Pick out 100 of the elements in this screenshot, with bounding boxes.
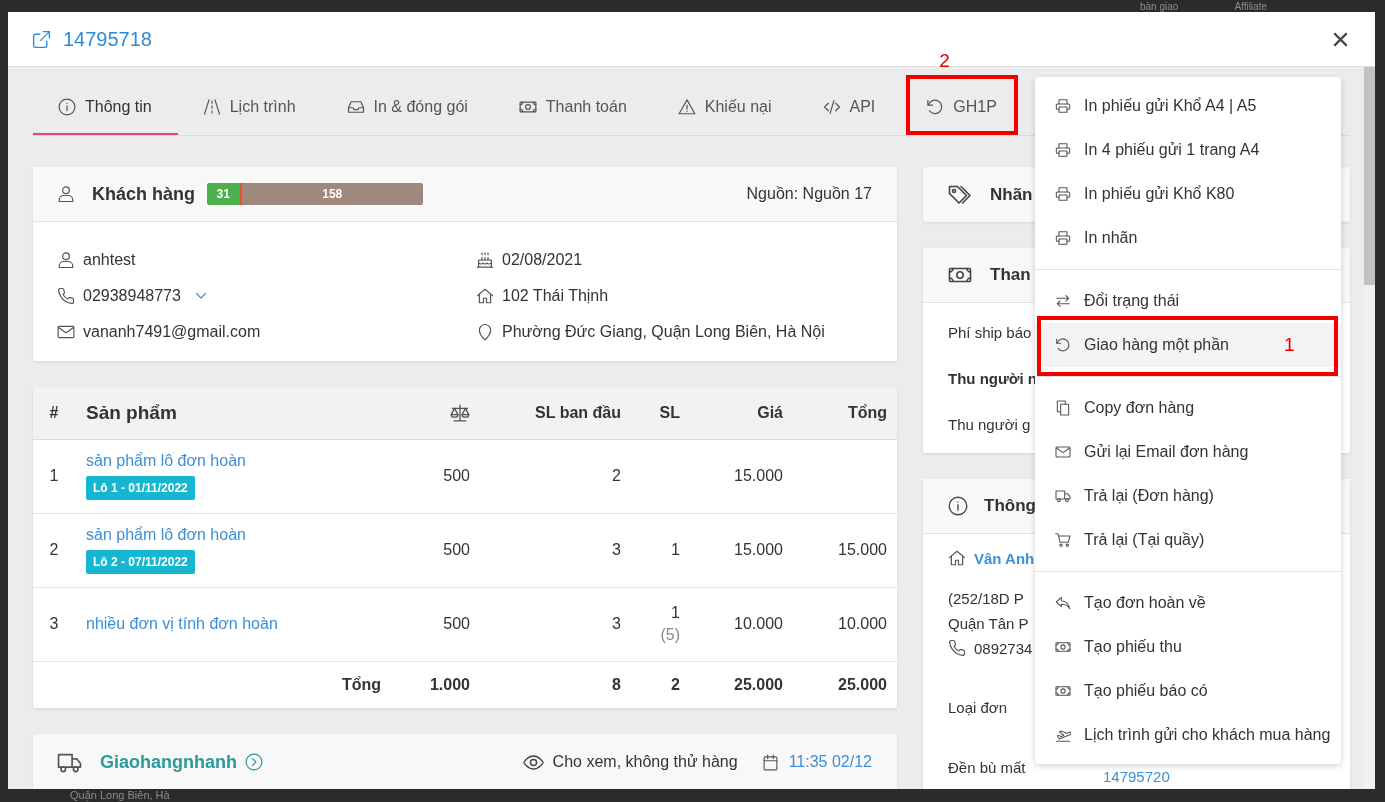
table-cell: 2 xyxy=(631,661,690,708)
table-cell: 10.000 xyxy=(690,587,793,661)
menu-item[interactable]: In phiếu gửi Khổ K80 xyxy=(1035,172,1341,216)
card-title: Khách hàng xyxy=(92,183,195,205)
tab[interactable]: In & đóng gói xyxy=(321,80,494,135)
annotation-number: 2 xyxy=(939,51,950,71)
menu-item[interactable]: Đổi trạng thái xyxy=(1035,279,1341,323)
cake-icon xyxy=(476,251,494,269)
user-icon xyxy=(57,185,75,203)
delivery-time: 11:35 02/12 xyxy=(788,753,872,771)
product-link[interactable]: sản phẩm lô đơn hoàn xyxy=(86,452,246,470)
table-cell: 15.000 xyxy=(690,513,793,587)
menu-item[interactable]: Lịch trình gửi cho khách mua hàng xyxy=(1035,713,1341,757)
carrier-name: Giaohangnhanh xyxy=(100,751,237,773)
column-header: SL xyxy=(631,387,690,439)
count-bar-fill: 31 xyxy=(207,183,242,205)
code-icon xyxy=(822,97,841,116)
column-header: Tổng xyxy=(793,387,897,439)
table-cell: 1 xyxy=(33,439,75,513)
menu-item[interactable]: In nhãn xyxy=(1035,216,1341,260)
recipient-phone: 0892734 xyxy=(974,639,1033,657)
menu-item[interactable]: Trả lại (Tại quầy) xyxy=(1035,518,1341,562)
home-icon xyxy=(476,287,494,305)
customer-username: anhtest xyxy=(83,251,136,269)
table-cell: 15.000 xyxy=(690,439,793,513)
recipient-name: Vân Anh xyxy=(974,549,1035,567)
tab[interactable]: GH1P xyxy=(901,80,1023,135)
road-icon xyxy=(202,97,221,116)
menu-item[interactable]: Tạo phiếu báo có xyxy=(1035,669,1341,713)
warning-icon xyxy=(677,97,696,116)
address-line: Quận Tân P xyxy=(948,614,1029,634)
truck-icon xyxy=(1055,488,1071,504)
column-header: Sản phẩm xyxy=(75,387,391,439)
banknote-icon xyxy=(1055,683,1071,699)
card-title: Nhãn xyxy=(990,184,1033,205)
batch-badge: Lô 1 - 01/11/2022 xyxy=(86,476,195,500)
table-cell: 500 xyxy=(391,587,480,661)
source-label: Nguồn: Nguồn 17 xyxy=(746,185,872,203)
column-header: SL ban đầu xyxy=(480,387,631,439)
undo-icon xyxy=(926,97,945,116)
map-pin-icon xyxy=(476,323,494,341)
table-cell: 1 xyxy=(631,513,690,587)
tab[interactable]: Lịch trình xyxy=(177,80,322,135)
table-cell: 500 xyxy=(391,513,480,587)
calendar-icon xyxy=(761,753,779,771)
menu-item[interactable]: In phiếu gửi Khổ A4 | A5 xyxy=(1035,84,1341,128)
order-link[interactable]: 14795718 xyxy=(31,27,152,51)
table-cell: 1 xyxy=(671,604,680,622)
table-cell: 10.000 xyxy=(793,587,897,661)
menu-item[interactable]: In 4 phiếu gửi 1 trang A4 xyxy=(1035,128,1341,172)
scale-icon xyxy=(450,402,470,423)
chevron-right-circle-icon[interactable] xyxy=(245,753,263,771)
printer-icon xyxy=(1055,98,1071,114)
banknote-icon xyxy=(1055,639,1071,655)
column-header: Giá xyxy=(690,387,793,439)
table-cell: 25.000 xyxy=(793,661,897,708)
menu-item[interactable]: Trả lại (Đơn hàng) xyxy=(1035,474,1341,518)
field-label: Loại đơn xyxy=(948,698,1008,718)
printer-icon xyxy=(1055,230,1071,246)
total-label: Tổng xyxy=(75,661,391,708)
info-icon xyxy=(58,97,76,116)
product-link[interactable]: sản phẩm lô đơn hoàn xyxy=(86,526,246,544)
menu-item[interactable]: Tạo phiếu thu xyxy=(1035,625,1341,669)
background-column-header: Affiliate xyxy=(1234,1,1267,12)
tab[interactable]: Thanh toán xyxy=(493,80,653,135)
card-title: Than xyxy=(990,265,1031,285)
table-cell: 3 xyxy=(33,587,75,661)
menu-item[interactable]: Gửi lại Email đơn hàng xyxy=(1035,430,1341,474)
annotation-number: 1 xyxy=(1284,335,1295,355)
tab[interactable]: API xyxy=(797,80,902,135)
quantity-note: (5) xyxy=(660,626,680,644)
view-option: Cho xem, không thử hàng xyxy=(552,753,738,771)
customer-address: 102 Thái Thịnh xyxy=(502,287,609,305)
table-cell: 3 xyxy=(480,513,631,587)
phone-icon xyxy=(57,287,75,305)
field-value[interactable]: 14795720 xyxy=(1103,768,1170,786)
scrollbar-thumb[interactable] xyxy=(1364,67,1375,285)
payment-label: Thu người g xyxy=(948,415,1031,433)
tab[interactable]: Khiếu nại xyxy=(652,80,798,135)
tab[interactable]: Thông tin xyxy=(33,80,178,135)
menu-item[interactable]: Tạo đơn hoàn về xyxy=(1035,581,1341,625)
info-icon xyxy=(948,496,968,516)
customer-area: Phường Đức Giang, Quận Long Biên, Hà Nội xyxy=(502,323,825,341)
copy-icon xyxy=(1055,400,1071,416)
mail-icon xyxy=(57,323,75,341)
table-cell: 15.000 xyxy=(793,513,897,587)
customer-phone: 02938948773 xyxy=(83,287,181,305)
mail-icon xyxy=(1055,444,1071,460)
cart-icon xyxy=(1055,532,1071,548)
batch-badge: Lô 2 - 07/11/2022 xyxy=(86,550,195,574)
menu-item[interactable]: Copy đơn hàng xyxy=(1035,386,1341,430)
reply-arrow-icon xyxy=(1055,595,1071,611)
product-link[interactable]: nhiều đơn vị tính đơn hoàn xyxy=(86,615,278,633)
undo-icon xyxy=(1055,337,1071,353)
card-title: Thông xyxy=(984,496,1036,516)
swap-arrows-icon xyxy=(1055,293,1071,309)
customer-birthday: 02/08/2021 xyxy=(502,251,583,269)
customer-email: vananh7491@gmail.com xyxy=(83,323,261,341)
home-icon xyxy=(948,549,966,567)
payment-label: Phí ship báo xyxy=(948,323,1032,341)
